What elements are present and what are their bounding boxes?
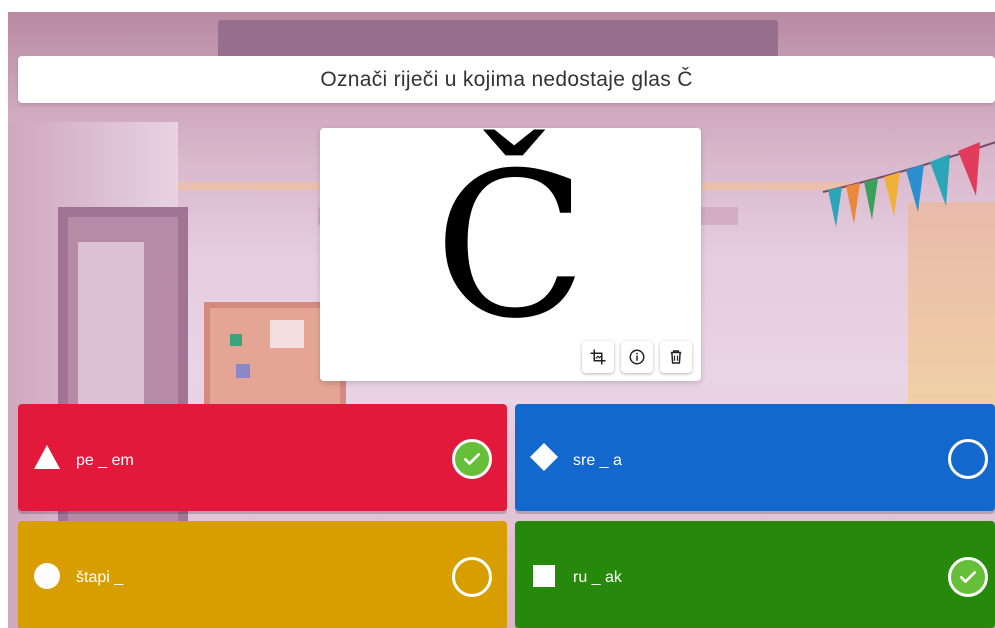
board-note [236, 364, 250, 378]
answer-option-green[interactable]: ru _ ak [515, 521, 995, 628]
question-bar: Označi riječi u kojima nedostaje glas Č [18, 56, 995, 103]
diamond-icon [529, 442, 559, 472]
info-icon [629, 349, 645, 365]
answer-option-yellow[interactable]: štapi _ [18, 521, 507, 628]
ceiling-light [218, 20, 778, 60]
correct-toggle[interactable] [452, 557, 492, 597]
triangle-icon [32, 442, 62, 472]
answer-option-blue[interactable]: sre _ a [515, 404, 995, 511]
answer-label: ru _ ak [573, 569, 622, 586]
correct-toggle[interactable] [948, 557, 988, 597]
crop-icon [590, 349, 606, 365]
delete-button[interactable] [660, 341, 692, 373]
answer-option-red[interactable]: pe _ em [18, 404, 507, 511]
correct-toggle[interactable] [452, 439, 492, 479]
circle-icon [32, 561, 62, 591]
question-media-card: Č [320, 128, 701, 381]
crop-button[interactable] [582, 341, 614, 373]
correct-toggle[interactable] [948, 439, 988, 479]
board-note [230, 334, 242, 346]
media-letter: Č [433, 130, 588, 363]
checkmark-icon [960, 571, 976, 583]
question-text: Označi riječi u kojima nedostaje glas Č [320, 67, 693, 91]
answer-label: pe _ em [76, 452, 134, 469]
info-button[interactable] [621, 341, 653, 373]
media-actions [582, 341, 692, 373]
answer-label: štapi _ [76, 569, 124, 586]
bunting-flags [822, 141, 995, 227]
trash-icon [670, 350, 682, 364]
answer-label: sre _ a [573, 452, 622, 469]
checkmark-icon [464, 453, 480, 465]
board-note [270, 320, 304, 348]
square-icon [529, 561, 559, 591]
